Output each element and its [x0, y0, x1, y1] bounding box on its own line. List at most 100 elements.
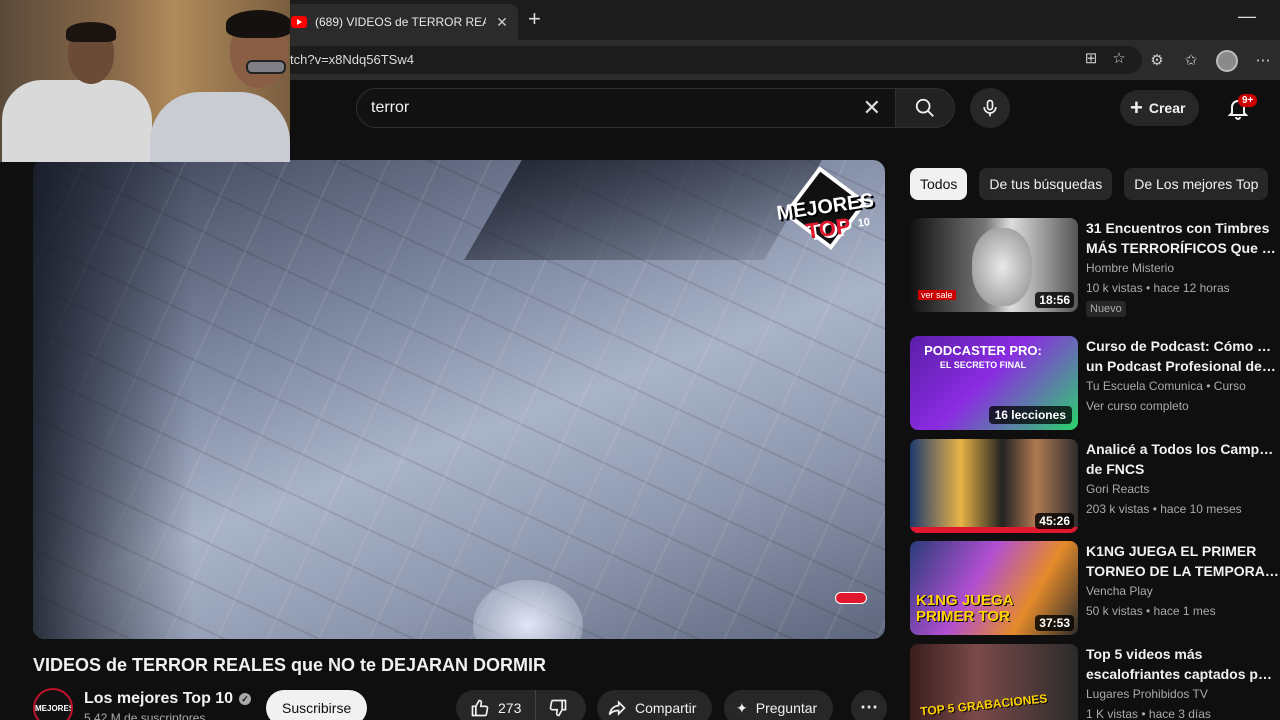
- thumbnail-text-line: K1NG JUEGA: [916, 592, 1014, 609]
- thumbs-up-icon: [471, 699, 489, 717]
- close-tab-icon[interactable]: ✕: [494, 14, 510, 31]
- recommended-title: Analicé a Todos los Campeones de FNCS: [1086, 439, 1280, 479]
- recommended-title: Top 5 videos más escalofriantes captados…: [1086, 644, 1280, 684]
- recommended-video[interactable]: TOP 5 GRABACIONES Top 5 videos más escal…: [910, 644, 1280, 720]
- recommended-channel[interactable]: Lugares Prohibidos TV: [1086, 687, 1208, 701]
- person-right-body: [150, 92, 290, 162]
- browser-tab[interactable]: (689) VIDEOS de TERROR REALES ✕: [285, 4, 518, 40]
- webcam-overlay: [0, 0, 290, 162]
- subscribe-button[interactable]: Suscribirse: [266, 690, 368, 720]
- recommended-channel[interactable]: Vencha Play: [1086, 584, 1153, 598]
- chip-de-tus-busquedas[interactable]: De tus búsquedas: [979, 168, 1113, 200]
- channel-watermark-logo: MEJORES TOP 10: [770, 166, 885, 269]
- share-label: Compartir: [635, 700, 697, 716]
- voice-search-button[interactable]: [970, 88, 1010, 128]
- video-thumbnail[interactable]: TOP 5 GRABACIONES: [910, 644, 1078, 720]
- search-input[interactable]: [371, 99, 863, 117]
- recommended-channel[interactable]: Hombre Misterio: [1086, 261, 1174, 275]
- app-available-icon[interactable]: ⊞: [1082, 50, 1100, 68]
- title-line: de FNCS: [1086, 461, 1145, 477]
- recommended-channel[interactable]: Gori Reacts: [1086, 482, 1149, 496]
- recommended-video[interactable]: K1NG JUEGA PRIMER TOR 37:53 K1NG JUEGA E…: [910, 541, 1280, 635]
- recommended-video[interactable]: 45:26 Analicé a Todos los Campeones de F…: [910, 439, 1280, 533]
- ask-label: Preguntar: [755, 700, 818, 716]
- video-thumbnail[interactable]: 45:26: [910, 439, 1078, 533]
- plus-icon: +: [1130, 95, 1143, 120]
- ask-button[interactable]: ✦ Preguntar: [724, 690, 834, 720]
- recommended-meta: 10 k vistas • hace 12 horas: [1086, 281, 1230, 295]
- recommended-channel[interactable]: Tu Escuela Comunica • Curso: [1086, 379, 1246, 393]
- thumbnail-face: [972, 228, 1032, 306]
- dislike-button[interactable]: [536, 690, 580, 720]
- title-line: Curso de Podcast: Cómo Crear: [1086, 338, 1280, 354]
- title-line: escalofriantes captados por ...: [1086, 666, 1280, 682]
- title-line: Top 5 videos más: [1086, 646, 1203, 662]
- channel-avatar-text: MEJORES: [35, 704, 73, 713]
- title-line: Analicé a Todos los Campeones: [1086, 441, 1280, 457]
- video-shadow: [33, 160, 193, 639]
- title-line: K1NG JUEGA EL PRIMER: [1086, 543, 1257, 559]
- video-player[interactable]: MEJORES TOP 10: [33, 160, 885, 639]
- thumbnail-caption: ver sale: [918, 290, 956, 300]
- person-left-hair: [66, 22, 116, 42]
- url-field[interactable]: tch?v=x8Ndq56TSw4: [280, 46, 1142, 74]
- video-title: VIDEOS de TERROR REALES que NO te DEJARA…: [33, 655, 547, 675]
- search-icon: [915, 98, 934, 117]
- channel-name-link[interactable]: Los mejores Top 10 ✓: [84, 690, 252, 708]
- title-line: 31 Encuentros con Timbres: [1086, 220, 1270, 236]
- video-duration: 18:56: [1035, 292, 1074, 308]
- person-right-glasses: [246, 60, 286, 74]
- lessons-count: 16 lecciones: [988, 406, 1072, 424]
- video-railing: [464, 160, 822, 260]
- chip-de-los-mejores-top[interactable]: De Los mejores Top: [1124, 168, 1269, 200]
- more-menu-icon[interactable]: ⋯: [1254, 52, 1272, 70]
- favorites-icon[interactable]: ✩: [1182, 52, 1200, 70]
- course-thumbnail[interactable]: PODCASTER PRO: EL SECRETO FINAL 16 lecci…: [910, 336, 1078, 430]
- clear-search-icon[interactable]: ✕: [863, 95, 881, 121]
- title-line: MÁS TERRORÍFICOS Que te ...: [1086, 240, 1280, 256]
- like-button[interactable]: 273: [456, 690, 537, 720]
- like-count: 273: [498, 700, 522, 716]
- thumbs-down-icon: [550, 699, 567, 717]
- video-thumbnail[interactable]: ver sale 18:56: [910, 218, 1078, 312]
- related-filter-chips: Todos De tus búsquedas De Los mejores To…: [910, 168, 1269, 200]
- watermark-text-number: 10: [856, 216, 871, 230]
- search-button[interactable]: [895, 88, 955, 128]
- share-button[interactable]: Compartir: [597, 690, 713, 720]
- view-full-course-link[interactable]: Ver curso completo: [1086, 399, 1189, 413]
- more-actions-button[interactable]: ⋯: [851, 690, 887, 720]
- recommended-video[interactable]: ver sale 18:56 31 Encuentros con Timbres…: [910, 218, 1280, 317]
- video-duration: 37:53: [1035, 615, 1074, 631]
- microphone-icon: [983, 99, 997, 117]
- subscriber-count: 5.42 M de suscriptores: [84, 711, 206, 720]
- recommended-course[interactable]: PODCASTER PRO: EL SECRETO FINAL 16 lecci…: [910, 336, 1280, 430]
- title-line: TORNEO DE LA TEMPORADA ...: [1086, 563, 1280, 579]
- minimize-window-icon[interactable]: —: [1238, 6, 1256, 27]
- recommended-meta: 203 k vistas • hace 10 meses: [1086, 502, 1242, 516]
- recommended-title: 31 Encuentros con Timbres MÁS TERRORÍFIC…: [1086, 218, 1280, 258]
- thumbnail-subtitle: EL SECRETO FINAL: [939, 360, 1027, 370]
- person-left-body: [2, 80, 152, 162]
- recommended-meta: 1 K vistas • hace 3 días: [1086, 707, 1211, 720]
- video-thumbnail[interactable]: K1NG JUEGA PRIMER TOR 37:53: [910, 541, 1078, 635]
- video-duration: 45:26: [1035, 513, 1074, 529]
- chip-todos[interactable]: Todos: [910, 168, 968, 200]
- tab-title: (689) VIDEOS de TERROR REALES: [315, 15, 486, 29]
- extensions-icon[interactable]: ⚙: [1148, 52, 1166, 70]
- share-arrow-icon: [608, 700, 626, 716]
- thumbnail-text: TOP 5 GRABACIONES: [919, 691, 1048, 719]
- channel-avatar[interactable]: MEJORES: [33, 688, 73, 720]
- thumbnail-title-main: PODCASTER PRO:: [924, 343, 1042, 358]
- channel-name: Los mejores Top 10: [84, 690, 234, 707]
- thumbnail-title: PODCASTER PRO: EL SECRETO FINAL: [918, 344, 1048, 372]
- recommended-title: K1NG JUEGA EL PRIMER TORNEO DE LA TEMPOR…: [1086, 541, 1280, 581]
- new-tab-icon[interactable]: +: [528, 8, 541, 30]
- profile-avatar[interactable]: [1216, 50, 1238, 72]
- thumbnail-text-line: PRIMER TOR: [916, 608, 1010, 625]
- create-button[interactable]: + Crear: [1120, 90, 1200, 126]
- thumbnail-text: K1NG JUEGA PRIMER TOR: [916, 593, 1014, 625]
- favorite-star-icon[interactable]: ☆: [1110, 50, 1128, 68]
- youtube-favicon-icon: [291, 16, 307, 28]
- create-label: Crear: [1148, 100, 1186, 116]
- corner-logo-icon: [835, 592, 867, 604]
